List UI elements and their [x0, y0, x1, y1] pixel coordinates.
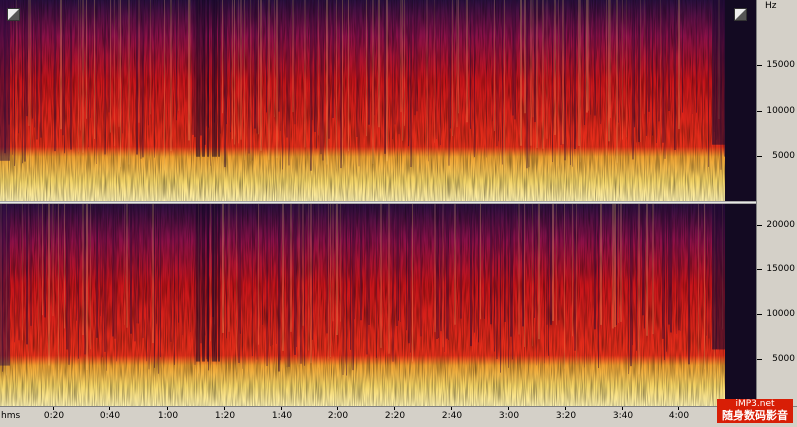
time-tick-label: 2:40 — [441, 411, 463, 421]
time-tick-label: 1:20 — [214, 411, 236, 421]
time-tick: 2:20 — [375, 407, 415, 425]
spectrogram-view[interactable] — [0, 0, 756, 406]
frequency-unit-label: Hz — [765, 1, 777, 11]
time-tick-label: 1:40 — [271, 411, 293, 421]
freq-tick: 5000 — [757, 151, 797, 161]
freq-tick: 15000 — [757, 264, 797, 274]
time-tick: 0:40 — [90, 407, 130, 425]
time-tick: 3:40 — [603, 407, 643, 425]
time-tick: 3:20 — [546, 407, 586, 425]
time-tick: 2:40 — [432, 407, 472, 425]
freq-tick-label: 5000 — [772, 354, 795, 364]
time-tick: 2:00 — [318, 407, 358, 425]
time-tick: 1:20 — [205, 407, 245, 425]
time-tick: 1:40 — [262, 407, 302, 425]
spectrogram-top-canvas — [0, 0, 756, 201]
time-tick-label: 4:00 — [668, 411, 690, 421]
freq-tick: 5000 — [757, 354, 797, 364]
freq-tick: 10000 — [757, 309, 797, 319]
time-tick-label: 1:00 — [157, 411, 179, 421]
spectrogram-channel-top[interactable] — [0, 0, 756, 201]
time-tick: 3:00 — [489, 407, 529, 425]
time-tick-label: 3:00 — [498, 411, 520, 421]
freq-tick-label: 10000 — [766, 106, 795, 116]
zoom-corner-left-icon[interactable] — [7, 8, 20, 21]
freq-tick-label: 20000 — [766, 220, 795, 230]
freq-tick-label: 5000 — [772, 151, 795, 161]
time-tick-label: 3:20 — [555, 411, 577, 421]
time-tick-label: 2:20 — [384, 411, 406, 421]
time-ruler[interactable]: hms 0:20 0:40 1:00 1:20 1:40 2:00 2:20 2… — [0, 406, 797, 427]
watermark-line2: 随身数码影音 — [722, 409, 788, 422]
time-tick-label: 2:00 — [327, 411, 349, 421]
time-tick-label: 3:40 — [612, 411, 634, 421]
frequency-ruler: Hz 15000 10000 5000 20000 15000 10000 50… — [756, 0, 797, 406]
time-tick: 4:00 — [659, 407, 699, 425]
zoom-corner-right-icon[interactable] — [734, 8, 747, 21]
watermark-logo: iMP3.net 随身数码影音 — [717, 399, 793, 423]
freq-tick-label: 10000 — [766, 309, 795, 319]
freq-tick: 20000 — [757, 220, 797, 230]
time-tick: 1:00 — [148, 407, 188, 425]
freq-tick-label: 15000 — [766, 264, 795, 274]
freq-tick: 10000 — [757, 106, 797, 116]
freq-tick-label: 15000 — [766, 60, 795, 70]
watermark-line1: iMP3.net — [735, 399, 775, 409]
time-tick-label: 0:40 — [99, 411, 121, 421]
freq-tick: 15000 — [757, 60, 797, 70]
time-tick-label: 0:20 — [43, 411, 65, 421]
time-unit-label: hms — [1, 411, 21, 421]
spectrogram-bottom-canvas — [0, 204, 756, 406]
time-tick: 0:20 — [34, 407, 74, 425]
spectrogram-channel-bottom[interactable] — [0, 204, 756, 406]
